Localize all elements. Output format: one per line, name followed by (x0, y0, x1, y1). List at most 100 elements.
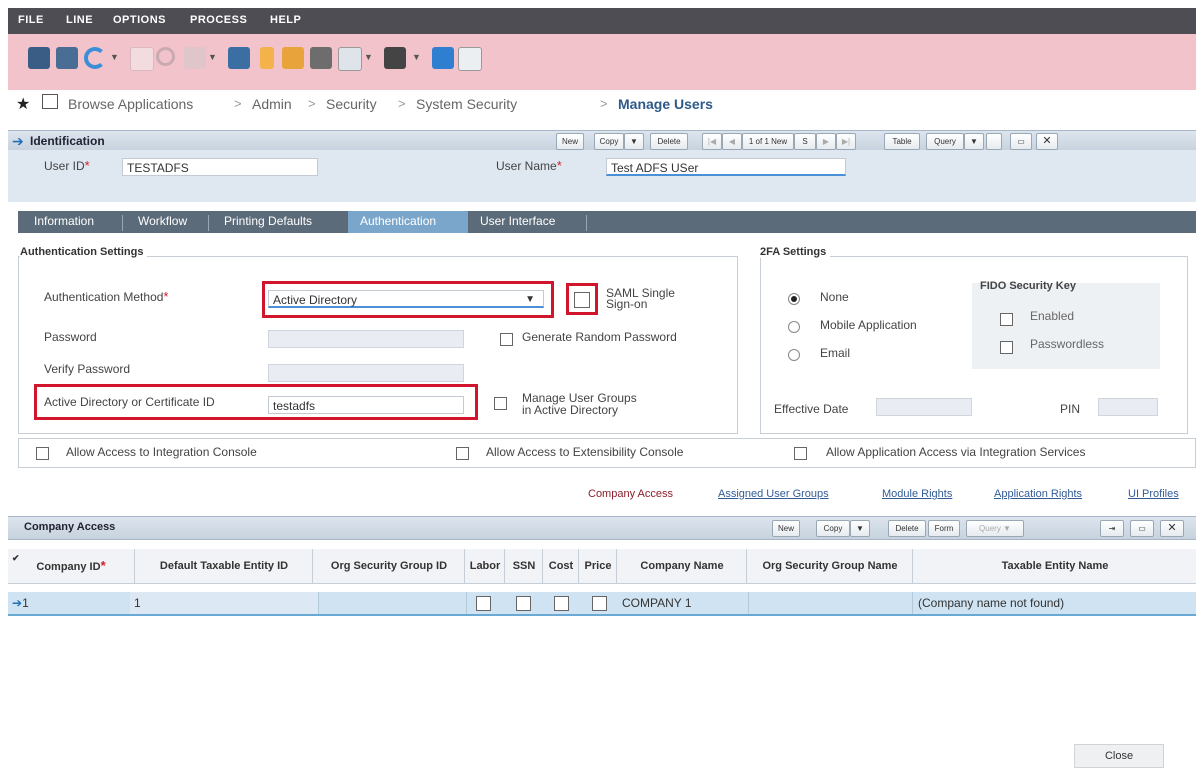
record-indicator[interactable]: 1 of 1 New (742, 133, 794, 150)
chevron-down-icon[interactable]: ▼ (364, 52, 373, 62)
fido-passwordless-checkbox[interactable] (1000, 341, 1013, 354)
close-icon[interactable]: ✕ (1036, 133, 1058, 150)
chevron-down-icon[interactable]: ▼ (412, 52, 421, 62)
menu-file[interactable]: FILE (18, 14, 44, 26)
col-labor[interactable]: Labor (466, 549, 505, 583)
tab-printing-defaults[interactable]: Printing Defaults (224, 214, 312, 228)
chevron-down-icon[interactable]: ▼ (208, 52, 217, 62)
col-price[interactable]: Price (580, 549, 617, 583)
prev-record-icon[interactable]: ◀ (722, 133, 742, 150)
ca-maximize-icon[interactable]: ▭ (1130, 520, 1154, 537)
labor-checkbox[interactable] (476, 596, 491, 611)
fido-enabled-checkbox[interactable] (1000, 313, 1013, 326)
breadcrumb-browse[interactable]: Browse Applications (68, 96, 193, 112)
link-assigned-user-groups[interactable]: Assigned User Groups (718, 488, 829, 500)
new-button[interactable]: New (556, 133, 584, 150)
cell-company-name[interactable]: COMPANY 1 (620, 592, 749, 614)
delete-button[interactable]: Delete (650, 133, 688, 150)
breadcrumb-security[interactable]: Security (326, 96, 377, 112)
integration-services-checkbox[interactable] (794, 447, 807, 460)
copy-dropdown-icon[interactable]: ▼ (624, 133, 644, 150)
ca-copy-button[interactable]: Copy (816, 520, 850, 537)
monitor-icon[interactable] (228, 47, 250, 69)
col-default-taxable-entity[interactable]: Default Taxable Entity ID (136, 549, 313, 583)
pin-field[interactable] (1098, 398, 1158, 416)
maximize-icon[interactable]: ▭ (1010, 133, 1032, 150)
browse-icon[interactable] (42, 94, 58, 109)
extensibility-console-checkbox[interactable] (456, 447, 469, 460)
col-ssn[interactable]: SSN (506, 549, 543, 583)
cell-org-group-id[interactable] (316, 592, 467, 614)
cell-company-id[interactable]: ➔1 (8, 592, 131, 614)
link-module-rights[interactable]: Module Rights (882, 488, 952, 500)
menu-line[interactable]: LINE (66, 14, 93, 26)
col-org-security-group-name[interactable]: Org Security Group Name (748, 549, 913, 583)
print-icon[interactable] (310, 47, 332, 69)
ca-query-button[interactable]: Query ▼ (966, 520, 1024, 537)
generate-random-password-checkbox[interactable] (500, 333, 513, 346)
twofa-email-radio[interactable] (788, 349, 800, 361)
query-dropdown-icon[interactable]: ▼ (964, 133, 984, 150)
tab-authentication[interactable]: Authentication (360, 214, 436, 228)
link-ui-profiles[interactable]: UI Profiles (1128, 488, 1179, 500)
hand-icon[interactable] (260, 47, 274, 69)
edit-icon[interactable] (282, 47, 304, 69)
col-cost[interactable]: Cost (544, 549, 579, 583)
star-icon[interactable]: ★ (16, 94, 30, 114)
password-field[interactable] (268, 330, 464, 348)
link-icon[interactable] (184, 47, 206, 69)
copy-button[interactable]: Copy (594, 133, 624, 150)
price-checkbox[interactable] (592, 596, 607, 611)
link-application-rights[interactable]: Application Rights (994, 488, 1082, 500)
cell-default-taxable[interactable]: 1 (130, 592, 319, 614)
tab-user-interface[interactable]: User Interface (480, 214, 555, 228)
first-record-icon[interactable]: |◀ (702, 133, 722, 150)
save-icon[interactable] (28, 47, 50, 69)
effective-date-field[interactable] (876, 398, 972, 416)
col-company-id[interactable]: ✔ Company ID* (8, 549, 135, 583)
user-name-field[interactable]: Test ADFS USer (606, 158, 846, 176)
cell-taxable-entity-name[interactable]: (Company name not found) (914, 592, 1196, 614)
ca-pin-icon[interactable]: ⇥ (1100, 520, 1124, 537)
chevron-down-icon[interactable]: ▼ (110, 52, 119, 62)
query-button[interactable]: Query (926, 133, 964, 150)
col-taxable-entity-name[interactable]: Taxable Entity Name (914, 549, 1196, 583)
link-company-access[interactable]: Company Access (588, 488, 673, 500)
table-row[interactable]: ➔1 1 COMPANY 1 (Company name not found) (8, 592, 1196, 616)
breadcrumb-admin[interactable]: Admin (252, 96, 292, 112)
refresh-icon[interactable] (84, 47, 106, 69)
col-org-security-group-id[interactable]: Org Security Group ID (314, 549, 465, 583)
integration-console-checkbox[interactable] (36, 447, 49, 460)
user-id-field[interactable]: TESTADFS (122, 158, 318, 176)
printer-icon[interactable] (384, 47, 406, 69)
twofa-mobile-radio[interactable] (788, 321, 800, 333)
notes-icon[interactable] (458, 47, 482, 71)
menu-help[interactable]: HELP (270, 14, 301, 26)
help-icon[interactable] (432, 47, 454, 69)
tab-workflow[interactable]: Workflow (138, 214, 187, 228)
ssn-checkbox[interactable] (516, 596, 531, 611)
menu-process[interactable]: PROCESS (190, 14, 247, 26)
table-button[interactable]: Table (884, 133, 920, 150)
verify-password-field[interactable] (268, 364, 464, 382)
cell-org-group-name[interactable] (748, 592, 913, 614)
manage-user-groups-checkbox[interactable] (494, 397, 507, 410)
print-preview-icon[interactable] (338, 47, 362, 71)
ca-form-button[interactable]: Form (928, 520, 960, 537)
close-button[interactable]: Close (1074, 744, 1164, 768)
copy-icon[interactable] (130, 47, 154, 71)
tab-information[interactable]: Information (34, 214, 94, 228)
breadcrumb-system-security[interactable]: System Security (416, 96, 517, 112)
last-record-icon[interactable]: ▶| (836, 133, 856, 150)
col-company-name[interactable]: Company Name (618, 549, 747, 583)
save-continue-icon[interactable] (56, 47, 78, 69)
ca-delete-button[interactable]: Delete (888, 520, 926, 537)
ca-new-button[interactable]: New (772, 520, 800, 537)
search-icon[interactable] (156, 47, 175, 66)
menu-options[interactable]: OPTIONS (113, 14, 166, 26)
ca-copy-dropdown-icon[interactable]: ▼ (850, 520, 870, 537)
next-record-icon[interactable]: ▶ (816, 133, 836, 150)
search-record-icon[interactable]: S (794, 133, 816, 150)
cost-checkbox[interactable] (554, 596, 569, 611)
restore-icon[interactable] (986, 133, 1002, 150)
